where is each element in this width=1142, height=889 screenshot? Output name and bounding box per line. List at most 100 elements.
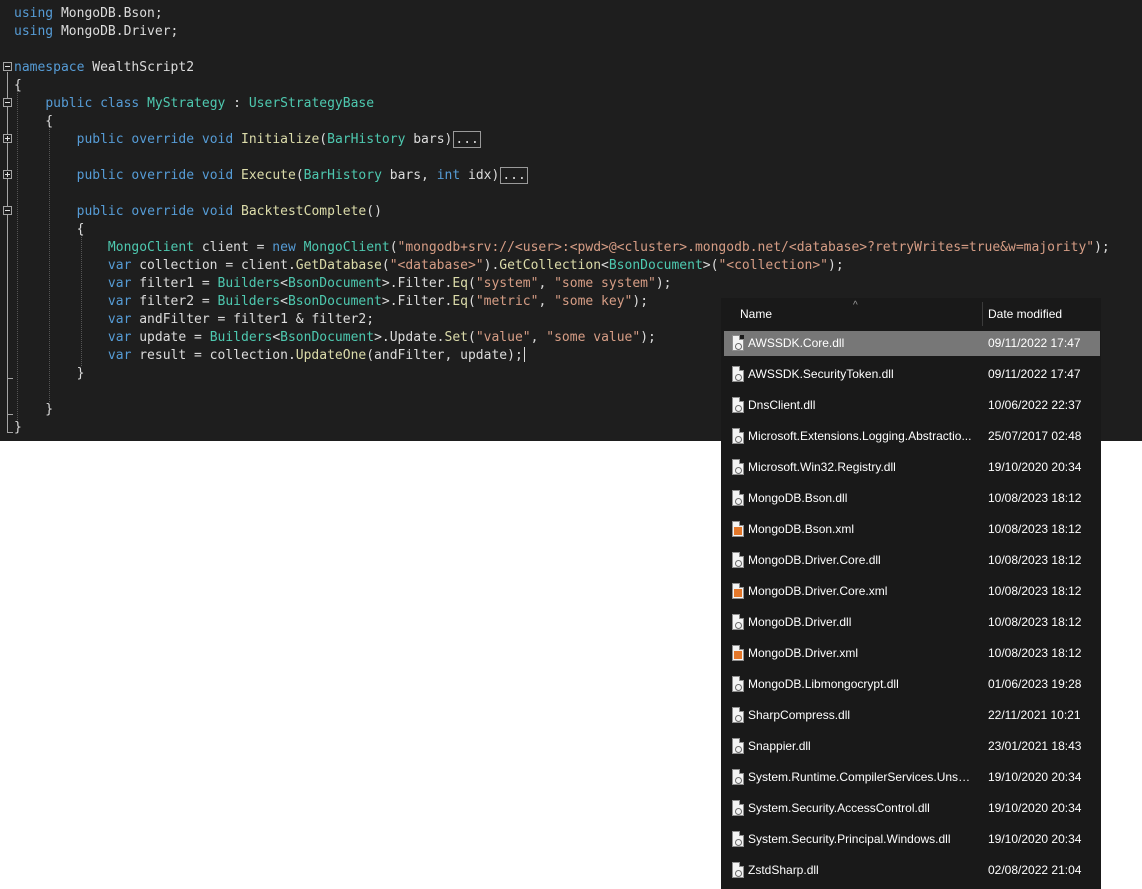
code-token: filter2 = [131,294,218,309]
file-row[interactable]: System.Runtime.CompilerServices.Unsaf...… [724,765,1100,790]
collapse-namespace-icon[interactable] [3,62,12,71]
file-name: Snappier.dll [748,739,811,753]
column-name-header[interactable]: Name [740,307,772,321]
file-row[interactable]: MongoDB.Driver.xml 10/08/2023 18:12 [724,641,1100,666]
code-line[interactable]: public class MyStrategy : UserStrategyBa… [14,95,374,113]
file-row[interactable]: Microsoft.Extensions.Logging.Abstractio.… [724,424,1100,449]
code-line[interactable]: MongoClient client = new MongoClient("mo… [14,239,1110,257]
file-row[interactable]: MongoDB.Bson.dll 10/08/2023 18:12 [724,486,1100,511]
file-row[interactable]: SharpCompress.dll 22/11/2021 10:21 [724,703,1100,728]
code-token: { [14,114,54,129]
code-token: < [601,258,609,273]
file-explorer-panel: ^ Name Date modified AWSSDK.Core.dll 09/1… [721,298,1101,889]
file-row[interactable]: MongoDB.Driver.dll 10/08/2023 18:12 [724,610,1100,635]
file-row[interactable]: System.Security.AccessControl.dll 19/10/2… [724,796,1100,821]
code-token: : [225,96,249,111]
file-row[interactable]: AWSSDK.SecurityToken.dll 09/11/2022 17:47 [724,362,1100,387]
column-divider[interactable] [982,302,983,326]
code-token: "system" [475,276,539,291]
dll-file-icon [732,800,744,816]
code-token: override [131,168,195,183]
code-token: void [201,132,234,147]
code-line[interactable]: var collection = client.GetDatabase("<da… [14,257,844,275]
code-line[interactable]: { [14,77,22,95]
code-token: < [280,294,288,309]
file-row[interactable]: MongoDB.Bson.xml 10/08/2023 18:12 [724,517,1100,542]
file-date-modified: 10/08/2023 18:12 [988,491,1082,505]
file-date-modified: 09/11/2022 17:47 [988,336,1081,350]
code-token: ( [467,276,476,291]
file-row[interactable]: MongoDB.Driver.Core.dll 10/08/2023 18:12 [724,548,1100,573]
expand-execute-icon[interactable] [3,170,12,179]
code-token: class [100,96,140,111]
code-token: Eq [452,294,468,309]
file-name: ZstdSharp.dll [748,863,819,877]
code-line[interactable]: public override void Execute(BarHistory … [14,167,528,185]
dll-file-icon [732,862,744,878]
code-token: "some key" [554,294,633,309]
code-line[interactable]: namespace WealthScript2 [14,59,194,77]
collapsed-region[interactable]: ... [453,131,481,148]
code-token: BsonDocument [287,294,382,309]
file-date-modified: 10/08/2023 18:12 [988,646,1082,660]
file-name: MongoDB.Bson.dll [748,491,848,505]
code-line[interactable]: } [14,401,53,419]
dll-file-icon [732,428,744,444]
sort-ascending-icon: ^ [853,300,858,311]
file-date-modified: 09/11/2022 17:47 [988,367,1081,381]
file-row[interactable]: System.Security.Principal.Windows.dll 19/… [724,827,1100,852]
code-line[interactable]: { [14,113,53,131]
code-token: Eq [452,276,468,291]
collapsed-region[interactable]: ... [500,167,528,184]
code-token: update = [131,330,210,345]
file-row[interactable]: ZstdSharp.dll 02/08/2022 21:04 [724,858,1100,883]
code-token: using [14,24,54,39]
code-token: Execute [241,168,296,183]
code-token: GetDatabase [295,258,382,273]
code-line[interactable]: var andFilter = filter1 & filter2; [14,311,374,329]
file-row[interactable]: Snappier.dll 23/01/2021 18:43 [724,734,1100,759]
code-token: ( [389,240,398,255]
file-date-modified: 23/01/2021 18:43 [988,739,1082,753]
code-line[interactable]: { [14,221,85,239]
code-line[interactable]: } [14,419,22,437]
file-row[interactable]: Microsoft.Win32.Registry.dll 19/10/2020 2… [724,455,1100,480]
file-row[interactable]: MongoDB.Libmongocrypt.dll 01/06/2023 19:2… [724,672,1100,697]
code-line[interactable]: } [14,365,85,383]
code-token: BarHistory [303,168,382,183]
code-line[interactable]: var filter2 = Builders<BsonDocument>.Fil… [14,293,648,311]
column-date-header[interactable]: Date modified [988,307,1062,321]
code-line[interactable]: var update = Builders<BsonDocument>.Upda… [14,329,656,347]
file-row[interactable]: AWSSDK.Core.dll 09/11/2022 17:47 [724,331,1100,356]
code-token: Initialize [241,132,320,147]
code-line[interactable]: var filter1 = Builders<BsonDocument>.Fil… [14,275,672,293]
expand-initialize-icon[interactable] [3,134,12,143]
collapse-class-icon[interactable] [3,98,12,107]
code-token: andFilter = filter1 & filter2; [131,312,375,327]
collapse-backtest-icon[interactable] [3,206,12,215]
xml-file-icon [732,645,744,661]
code-token: "value" [475,330,531,345]
code-token: MyStrategy [147,96,226,111]
code-line[interactable]: public override void BacktestComplete() [14,203,382,221]
code-line[interactable]: public override void Initialize(BarHisto… [14,131,481,149]
code-line[interactable]: using MongoDB.Driver; [14,23,178,41]
file-name: Microsoft.Extensions.Logging.Abstractio.… [748,429,972,443]
file-row[interactable]: DnsClient.dll 10/06/2022 22:37 [724,393,1100,418]
code-token: public [76,132,124,147]
dll-file-icon [732,397,744,413]
code-line[interactable]: var result = collection.UpdateOne(andFil… [14,347,525,365]
code-token: using [14,6,54,21]
code-token: >.Filter. [381,276,453,291]
file-row[interactable]: MongoDB.Driver.Core.xml 10/08/2023 18:12 [724,579,1100,604]
code-token: new [272,240,296,255]
code-line[interactable]: using MongoDB.Bson; [14,5,163,23]
